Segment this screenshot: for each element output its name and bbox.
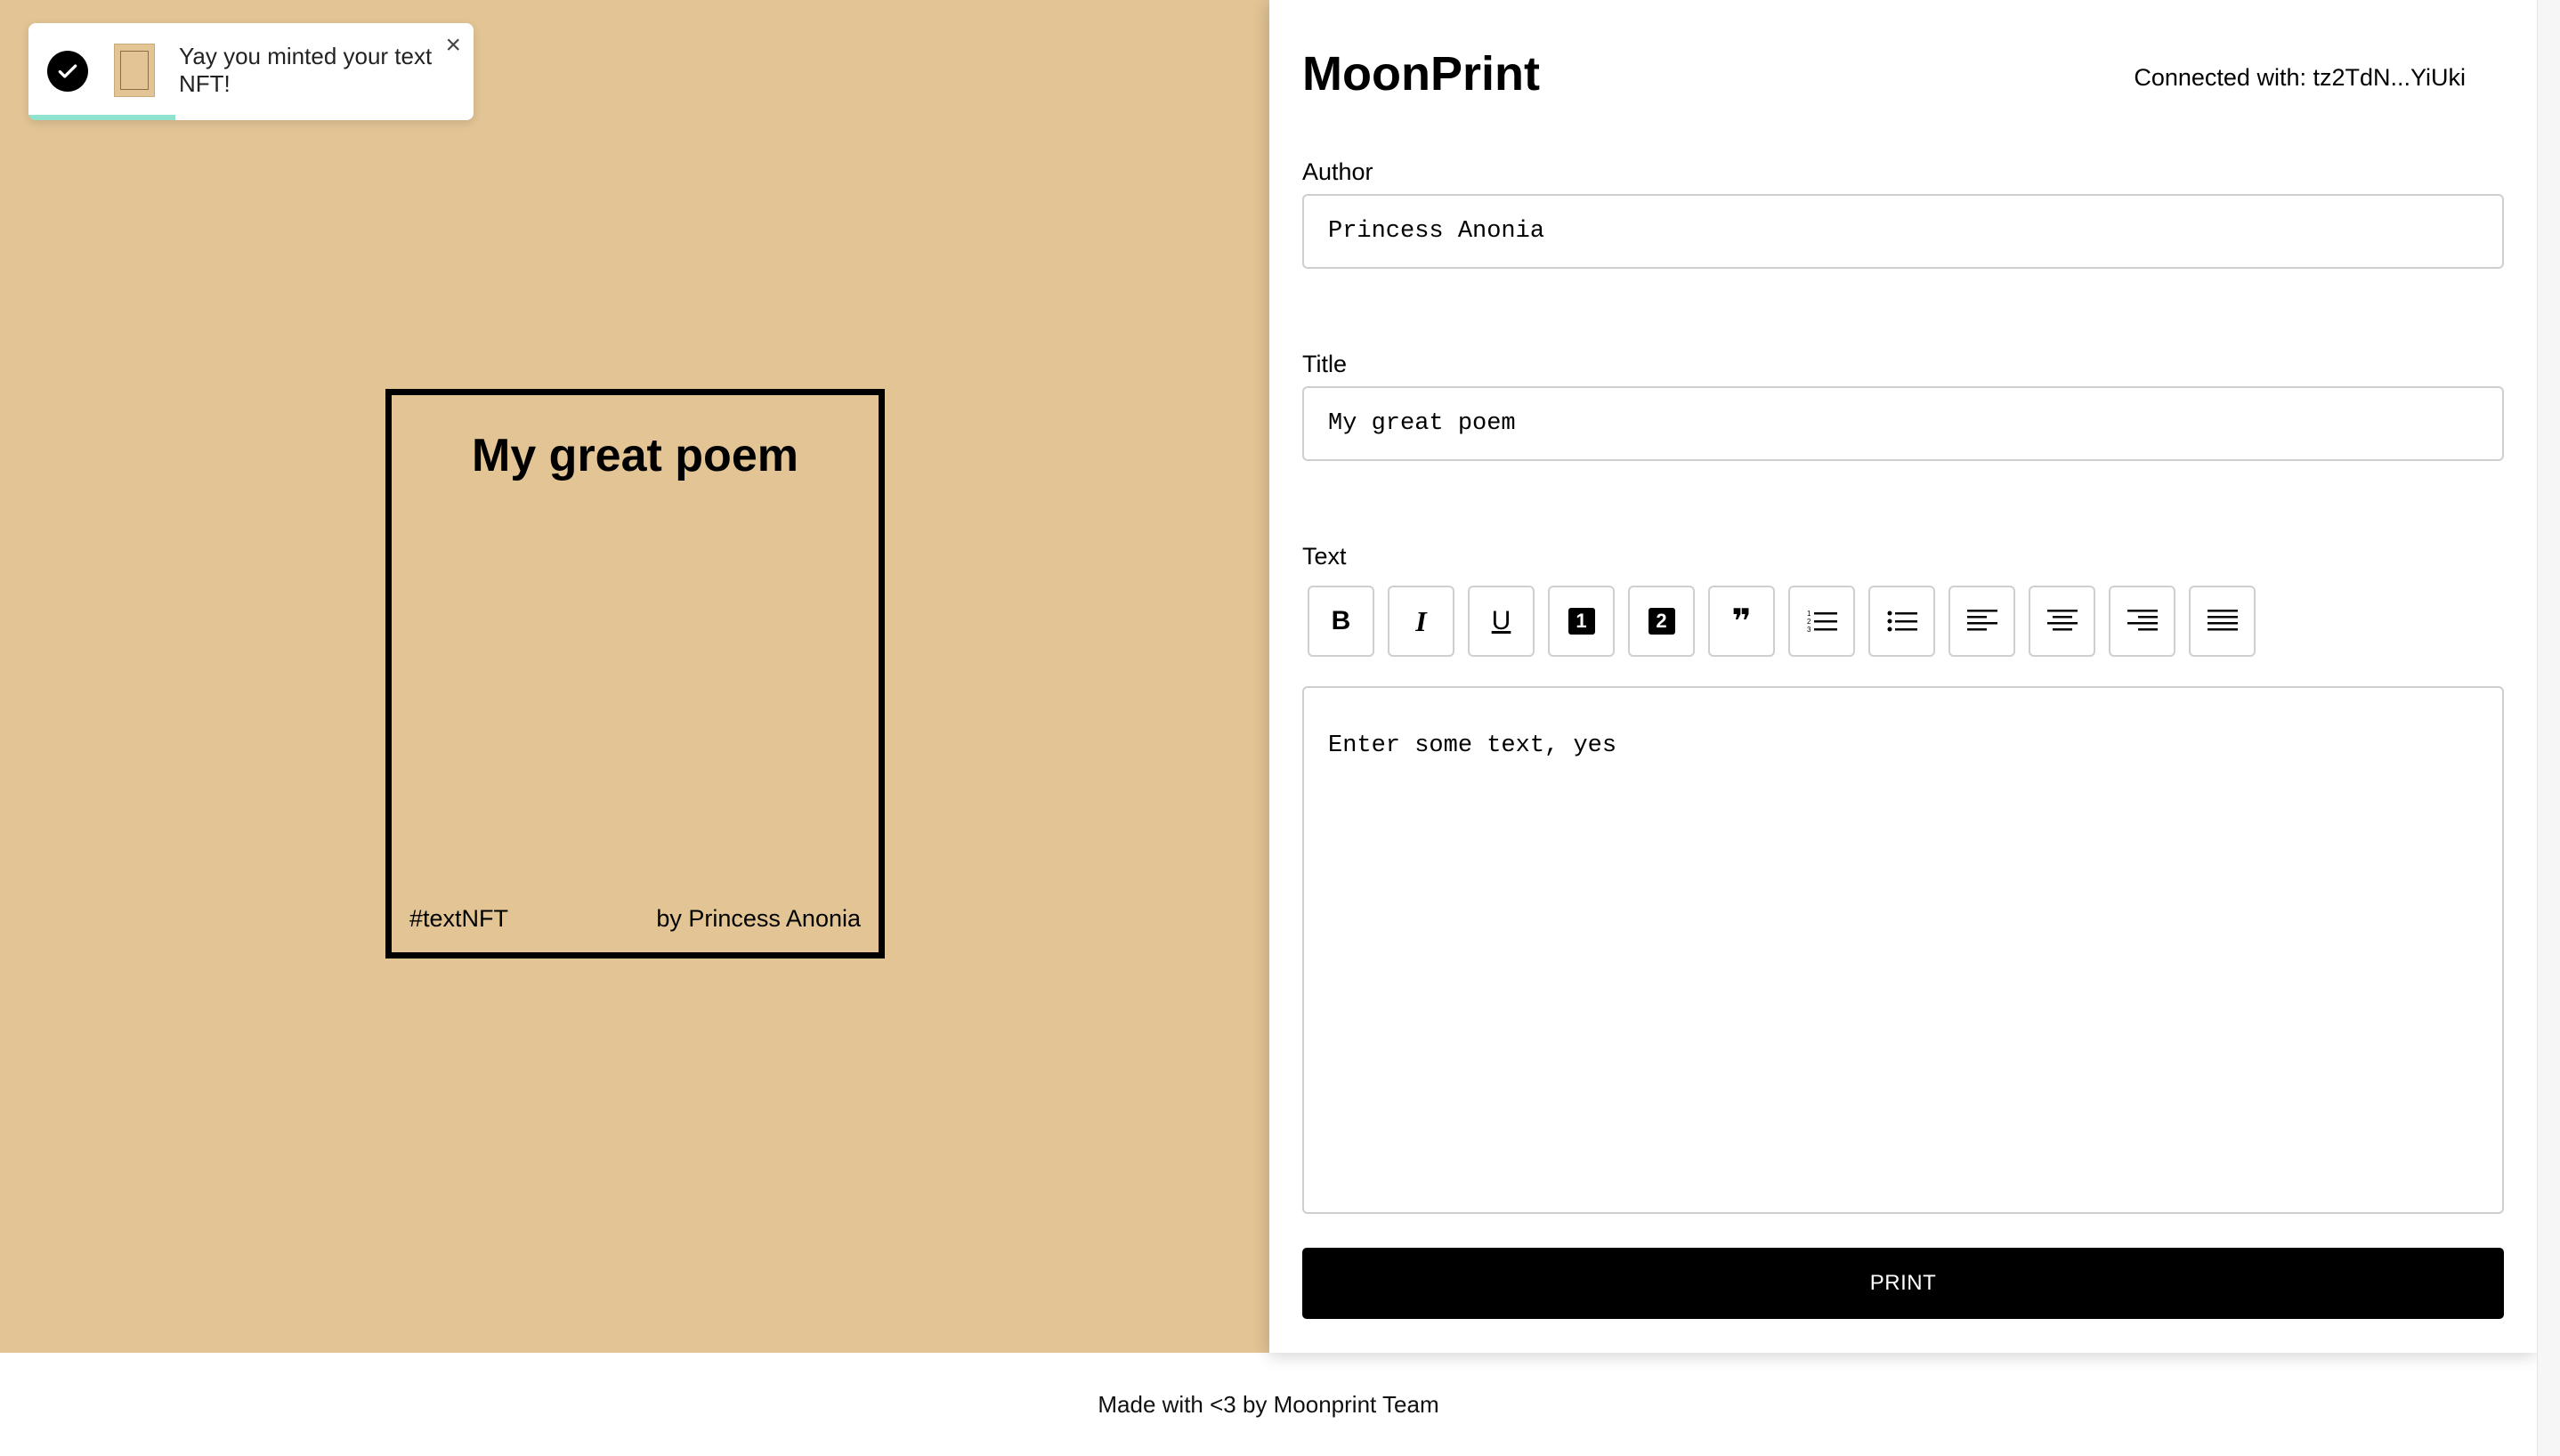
ordered-list-button[interactable]: 1 2 3	[1788, 586, 1855, 657]
quote-button[interactable]: ❞	[1708, 586, 1775, 657]
heading-1-icon: 1	[1568, 608, 1595, 635]
nft-hashtag: #textNFT	[409, 905, 509, 932]
title-input[interactable]: My great poem	[1302, 386, 2504, 461]
heading-2-button[interactable]: 2	[1628, 586, 1695, 657]
nft-thumbnail-icon	[114, 44, 155, 97]
page-scrollbar[interactable]	[2537, 0, 2560, 1456]
toast-close-button[interactable]: ×	[445, 32, 461, 59]
toast-message: Yay you minted your text NFT!	[179, 43, 433, 97]
underline-icon: U	[1491, 606, 1511, 635]
author-input[interactable]: Princess Anonia	[1302, 194, 2504, 269]
align-center-button[interactable]	[2029, 586, 2095, 657]
print-button[interactable]: PRINT	[1302, 1248, 2504, 1319]
heading-2-icon: 2	[1648, 608, 1675, 635]
svg-text:1: 1	[1807, 610, 1811, 618]
align-left-button[interactable]	[1948, 586, 2015, 657]
align-left-icon	[1966, 610, 1997, 631]
nft-preview-pane: My great poem #textNFT by Princess Anoni…	[0, 0, 1269, 1353]
mint-form-pane: MoonPrint Connected with: tz2TdN...YiUki…	[1269, 0, 2537, 1353]
svg-text:2: 2	[1807, 618, 1811, 626]
check-circle-icon	[47, 51, 88, 92]
svg-text:3: 3	[1807, 626, 1811, 634]
bold-icon: B	[1331, 606, 1351, 635]
nft-title: My great poem	[472, 430, 798, 481]
nft-author: by Princess Anonia	[656, 905, 861, 932]
app-title: MoonPrint	[1302, 47, 1540, 101]
bullet-list-icon	[1887, 611, 1917, 632]
author-label: Author	[1302, 158, 1373, 185]
align-right-icon	[2127, 610, 2158, 631]
nft-card: My great poem #textNFT by Princess Anoni…	[385, 389, 885, 959]
align-justify-button[interactable]	[2189, 586, 2256, 657]
text-label: Text	[1302, 543, 1347, 570]
align-center-icon	[2046, 610, 2078, 631]
ordered-list-icon: 1 2 3	[1807, 610, 1837, 634]
quote-icon: ❞	[1731, 602, 1752, 641]
poem-text-editor[interactable]: Enter some text, yes	[1302, 686, 2504, 1214]
success-toast: Yay you minted your text NFT! ×	[28, 23, 474, 120]
wallet-connection-status: Connected with: tz2TdN...YiUki	[2134, 64, 2466, 91]
heading-1-button[interactable]: 1	[1548, 586, 1615, 657]
editor-toolbar: B I U 1 2 ❞ 1 2 3	[1308, 586, 2256, 657]
bold-button[interactable]: B	[1308, 586, 1374, 657]
toast-progress-bar	[28, 115, 175, 120]
title-label: Title	[1302, 351, 1348, 377]
footer-credit: Made with <3 by Moonprint Team	[1098, 1390, 1439, 1418]
italic-button[interactable]: I	[1388, 586, 1454, 657]
italic-icon: I	[1415, 604, 1427, 637]
align-justify-icon	[2207, 610, 2238, 631]
align-right-button[interactable]	[2109, 586, 2175, 657]
bullet-list-button[interactable]	[1868, 586, 1935, 657]
underline-button[interactable]: U	[1468, 586, 1535, 657]
